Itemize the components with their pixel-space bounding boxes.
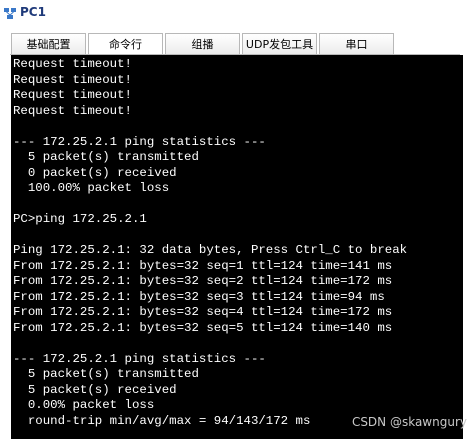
console-line: Ping 172.25.2.1: 32 data bytes, Press Ct… <box>13 243 408 257</box>
console-line: Request timeout! <box>13 57 132 71</box>
console-line: From 172.25.2.1: bytes=32 seq=5 ttl=124 … <box>13 320 393 335</box>
tab-basic-config[interactable]: 基础配置 <box>11 33 86 54</box>
console-line: 5 packet(s) received <box>13 382 177 397</box>
console-line: 100.00% packet loss <box>13 181 170 195</box>
tab-udp-tool[interactable]: UDP发包工具 <box>242 33 317 54</box>
pc1-window: PC1 基础配置 命令行 组播 UDP发包工具 串口 Request timeo… <box>0 0 473 439</box>
console-line: Request timeout! <box>13 72 132 87</box>
console-line: 0.00% packet loss <box>13 398 155 412</box>
panel-margin <box>0 55 11 439</box>
console-line: From 172.25.2.1: bytes=32 seq=1 ttl=124 … <box>13 258 393 273</box>
tab-label: 组播 <box>191 38 214 51</box>
tab-label: UDP发包工具 <box>245 38 314 51</box>
window-title: PC1 <box>20 5 46 19</box>
tab-serial-port[interactable]: 串口 <box>319 33 394 54</box>
console-line: --- 172.25.2.1 ping statistics --- <box>13 134 266 149</box>
console-line: From 172.25.2.1: bytes=32 seq=4 ttl=124 … <box>13 305 393 319</box>
watermark-text: CSDN @skawngury <box>351 415 467 429</box>
tab-multicast[interactable]: 组播 <box>165 33 240 54</box>
tab-label: 基础配置 <box>26 38 71 51</box>
console-line: 0 packet(s) received <box>13 165 177 180</box>
console-line: 5 packet(s) transmitted <box>13 367 199 381</box>
console-output: Request timeout! Request timeout! Request … <box>11 55 463 429</box>
command-line-console[interactable]: Request timeout! Request timeout! Request … <box>11 55 463 439</box>
tab-bar: 基础配置 命令行 组播 UDP发包工具 串口 <box>0 24 473 56</box>
tab-label: 命令行 <box>109 38 142 51</box>
console-line: From 172.25.2.1: bytes=32 seq=3 ttl=124 … <box>13 289 385 304</box>
console-line: Request timeout! <box>13 103 132 118</box>
console-line: From 172.25.2.1: bytes=32 seq=2 ttl=124 … <box>13 274 393 288</box>
tab-command-line[interactable]: 命令行 <box>88 33 163 54</box>
console-line: 5 packet(s) transmitted <box>13 150 199 164</box>
console-prompt-line: PC>ping 172.25.2.1 <box>13 212 147 226</box>
console-line: Request timeout! <box>13 88 132 102</box>
tab-label: 串口 <box>345 38 368 51</box>
console-line: --- 172.25.2.1 ping statistics --- <box>13 351 266 366</box>
pc-network-icon <box>3 5 17 19</box>
title-bar: PC1 <box>0 0 473 24</box>
